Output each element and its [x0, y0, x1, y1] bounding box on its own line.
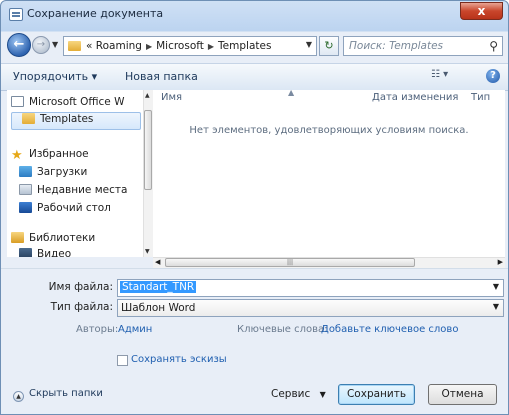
filetype-label: Тип файла:	[50, 301, 113, 313]
authors-value[interactable]: Админ	[118, 324, 152, 335]
close-button[interactable]: x	[460, 2, 503, 20]
nav-item-recent-places[interactable]: Недавние места	[19, 184, 127, 202]
chevron-down-icon: ▼	[52, 40, 59, 49]
refresh-icon: ↻	[324, 39, 334, 52]
keywords-label: Ключевые слова:	[237, 324, 328, 335]
nav-item-label: Избранное	[29, 148, 89, 160]
filetype-select[interactable]: Шаблон Word ▼	[117, 299, 504, 317]
title-bar: Сохранение документа x	[1, 1, 508, 27]
help-icon[interactable]: ?	[486, 69, 500, 83]
nav-item-label: Недавние места	[37, 184, 128, 196]
organize-button[interactable]: Упорядочить ▾	[13, 70, 97, 83]
arrow-left-icon: ←	[13, 37, 25, 52]
column-header-type[interactable]: Тип	[471, 92, 490, 103]
save-form: Имя файла: Standart_TNR ▼ Тип файла: Шаб…	[1, 268, 508, 414]
scroll-down-icon[interactable]: ▼	[145, 248, 150, 255]
nav-item-label: Видео	[37, 248, 72, 257]
address-row: ← → ▼ « Roaming ▶ Microsoft ▶ Templates ▼ ↻ …	[1, 29, 508, 61]
breadcrumb-overflow[interactable]: «	[86, 40, 92, 52]
view-options-button[interactable]: ☷ ▾	[431, 69, 448, 80]
dialog-icon	[9, 8, 23, 21]
address-bar[interactable]: « Roaming ▶ Microsoft ▶ Templates ▼	[63, 36, 317, 56]
authors-label: Авторы:	[76, 324, 119, 335]
save-thumbnails-checkbox[interactable]	[117, 355, 128, 366]
save-thumbnails-label[interactable]: Сохранять эскизы	[131, 354, 227, 365]
libraries-icon	[11, 232, 24, 243]
search-icon: ⚲	[489, 39, 498, 53]
video-icon	[19, 248, 32, 257]
tools-button[interactable]: Сервис ▼	[271, 388, 326, 400]
history-dropdown-button[interactable]: ▼	[52, 38, 62, 52]
hide-folders-label: Скрыть папки	[29, 388, 103, 399]
desktop-icon	[19, 202, 32, 213]
nav-scrollbar[interactable]: ▲ ▼	[143, 90, 153, 257]
nav-scroll-thumb[interactable]	[144, 110, 152, 190]
nav-item-label: Загрузки	[37, 166, 88, 178]
nav-item-desktop[interactable]: Рабочий стол	[19, 202, 111, 220]
nav-item-label: Microsoft Office W	[29, 96, 125, 108]
file-list[interactable]: Имя ▲ Дата изменения Тип Нет элементов, …	[153, 88, 505, 257]
filetype-value: Шаблон Word	[121, 302, 196, 314]
arrow-right-icon: →	[36, 39, 46, 50]
folder-icon	[22, 113, 35, 124]
scroll-left-icon[interactable]: ◀	[155, 258, 160, 266]
horizontal-scrollbar[interactable]: ◀ ||| ▶	[153, 257, 505, 268]
column-header-date[interactable]: Дата изменения	[372, 92, 458, 103]
horizontal-scroll-thumb[interactable]: |||	[165, 258, 415, 267]
chevron-down-icon: ▼	[319, 390, 326, 399]
column-header-name[interactable]: Имя	[161, 92, 182, 103]
save-button[interactable]: Сохранить	[338, 384, 415, 405]
nav-item-video[interactable]: Видео	[19, 248, 71, 257]
forward-button[interactable]: →	[32, 36, 50, 54]
scroll-right-icon[interactable]: ▶	[498, 258, 503, 266]
folder-icon	[68, 41, 81, 51]
filename-field[interactable]: Standart_TNR ▼	[117, 279, 504, 297]
chevron-down-icon[interactable]: ▼	[306, 40, 312, 49]
nav-item-favorites[interactable]: ★ Избранное	[11, 148, 89, 166]
chevron-down-icon[interactable]: ▼	[493, 282, 499, 291]
save-dialog: Сохранение документа x ← → ▼ « Roaming ▶ M…	[0, 0, 509, 415]
cancel-button[interactable]: Отмена	[428, 384, 497, 405]
office-icon	[11, 96, 24, 107]
chevron-down-icon[interactable]: ▼	[493, 302, 499, 311]
breadcrumb: « Roaming ▶ Microsoft ▶ Templates	[86, 40, 271, 52]
star-icon: ★	[11, 148, 23, 163]
breadcrumb-item-microsoft[interactable]: Microsoft	[156, 40, 204, 52]
command-bar: Упорядочить ▾ Новая папка ☷ ▾ ?	[1, 63, 508, 91]
breadcrumb-item-roaming[interactable]: Roaming	[96, 40, 142, 52]
filename-label: Имя файла:	[48, 281, 113, 293]
keywords-value[interactable]: Добавьте ключевое слово	[321, 324, 458, 335]
empty-message: Нет элементов, удовлетворяющих условиям …	[189, 125, 469, 136]
search-input[interactable]: Поиск: Templates ⚲	[343, 36, 503, 56]
sort-ascending-icon: ▲	[288, 88, 295, 97]
window-title: Сохранение документа	[27, 7, 164, 20]
chevron-up-icon: ▲	[13, 391, 24, 402]
search-placeholder: Поиск: Templates	[349, 40, 444, 52]
back-button[interactable]: ←	[7, 33, 31, 57]
filename-value: Standart_TNR	[120, 281, 197, 293]
navigation-pane: Microsoft Office W Templates ★ Избранное …	[7, 90, 143, 257]
chevron-right-icon[interactable]: ▶	[146, 42, 152, 51]
chevron-right-icon[interactable]: ▶	[208, 42, 214, 51]
refresh-button[interactable]: ↻	[319, 36, 339, 56]
downloads-icon	[19, 166, 32, 177]
recent-places-icon	[19, 184, 32, 195]
nav-item-label: Рабочий стол	[37, 202, 111, 214]
hide-folders-button[interactable]: ▲ Скрыть папки	[13, 388, 103, 402]
scroll-up-icon[interactable]: ▲	[145, 92, 150, 99]
breadcrumb-item-templates[interactable]: Templates	[218, 40, 271, 52]
new-folder-button[interactable]: Новая папка	[125, 70, 198, 83]
nav-item-downloads[interactable]: Загрузки	[19, 166, 87, 184]
nav-item-label: Библиотеки	[29, 232, 96, 244]
tools-label: Сервис	[271, 388, 311, 400]
nav-item-label: Templates	[40, 113, 94, 125]
nav-item-templates[interactable]: Templates	[11, 112, 141, 130]
